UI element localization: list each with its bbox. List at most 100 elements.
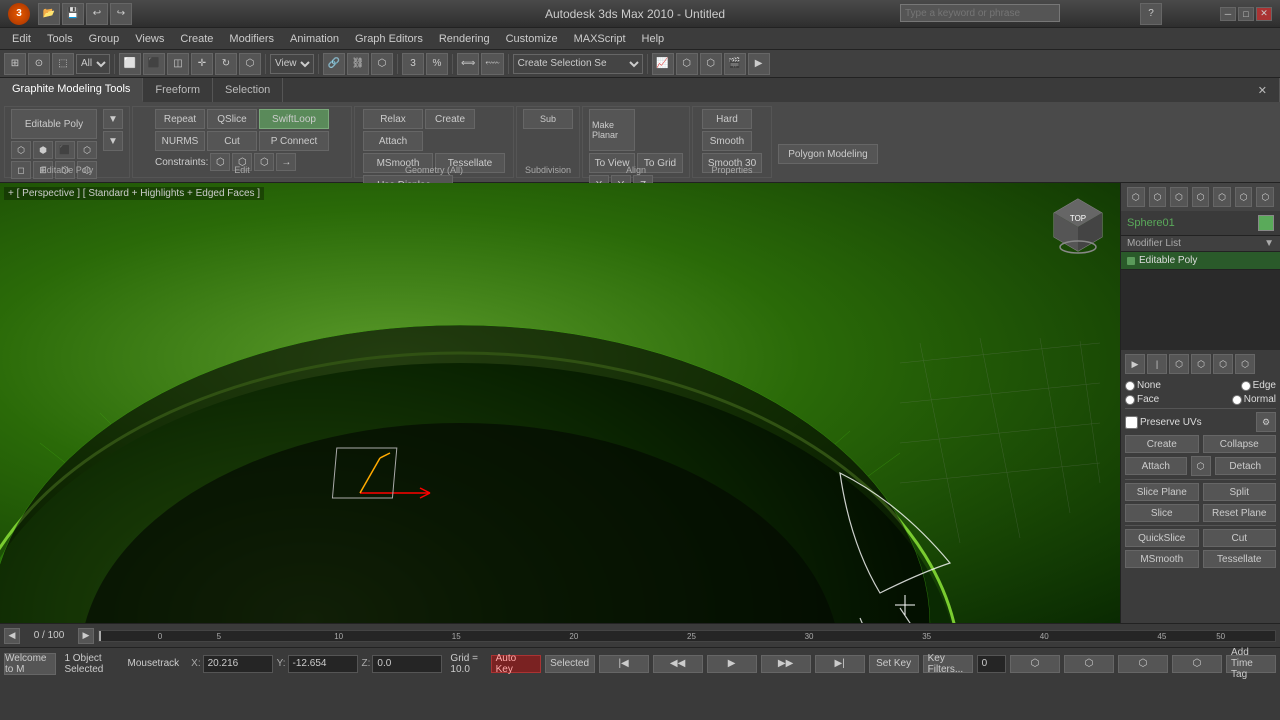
preserve-uvs-settings[interactable]: ⚙ [1256,412,1276,432]
ribbon-btn-ep4[interactable]: ⬡ [77,141,97,159]
timeline-track[interactable]: 0 5 10 15 20 25 30 35 40 45 50 [98,630,1276,642]
minimize-btn[interactable]: ─ [1220,7,1236,21]
rp-radio-edge-input[interactable] [1241,381,1251,391]
rp-preserve-uvs[interactable]: Preserve UVs [1125,416,1202,429]
scale-btn[interactable]: ⬡ [239,53,261,75]
menu-group[interactable]: Group [81,31,128,47]
ribbon-btn-attach[interactable]: Attach [363,131,423,151]
rp-icon-5[interactable]: ⬡ [1213,187,1231,207]
move-btn[interactable]: ✛ [191,53,213,75]
ribbon-btn-make-planar[interactable]: Make Planar [589,109,635,151]
ribbon-btn-ep-sub[interactable]: ▼ [103,131,123,151]
ribbon-btn-create-geo[interactable]: Create [425,109,475,129]
rp-icon-3[interactable]: ⬡ [1170,187,1188,207]
ribbon-btn-hard[interactable]: Hard [702,109,752,129]
ribbon-btn-smooth[interactable]: Smooth [702,131,752,151]
play-btn[interactable]: ▶ [707,655,757,673]
ribbon-btn-p-connect[interactable]: P Connect [259,131,329,151]
vp-btn-2[interactable]: ⬡ [1064,655,1114,673]
menu-rendering[interactable]: Rendering [431,31,498,47]
open-file-btn[interactable]: 📂 [38,3,60,25]
rp-attach-settings[interactable]: ⬡ [1191,456,1211,476]
menu-modifiers[interactable]: Modifiers [221,31,282,47]
material-editor-btn[interactable]: ⬡ [700,53,722,75]
rp-slice-plane-btn[interactable]: Slice Plane [1125,483,1199,501]
rp-radio-normal-input[interactable] [1232,395,1242,405]
angle-snap-btn[interactable]: 3 [402,53,424,75]
ribbon-btn-ep1[interactable]: ⬡ [11,141,31,159]
save-btn[interactable]: 💾 [62,3,84,25]
auto-key-btn[interactable]: Auto Key [491,655,541,673]
render-scene-btn[interactable]: 🎬 [724,53,746,75]
rp-radio-edge[interactable]: Edge [1241,380,1276,391]
view-select[interactable]: View [270,54,314,74]
rp-mode-1[interactable]: ▶ [1125,354,1145,374]
prev-key-btn[interactable]: ◀◀ [653,655,703,673]
paint-btn[interactable]: ⬚ [52,53,74,75]
rp-radio-none[interactable]: None [1125,380,1161,391]
frame-number-field[interactable]: 0 [977,655,1006,673]
ribbon-btn-c1[interactable]: ⬡ [210,153,230,171]
rp-detach-btn[interactable]: Detach [1215,457,1277,475]
ribbon-btn-cut[interactable]: Cut [207,131,257,151]
z-coord-field[interactable]: 0.0 [372,655,442,673]
select-region-btn[interactable]: ⬛ [143,53,165,75]
ribbon-btn-relax[interactable]: Relax [363,109,423,129]
rp-icon-4[interactable]: ⬡ [1192,187,1210,207]
x-coord-field[interactable]: 20.216 [203,655,273,673]
rp-collapse-btn[interactable]: Collapse [1203,435,1277,453]
selection-mode-btn[interactable]: ⊞ [4,53,26,75]
rp-slice-btn[interactable]: Slice [1125,504,1199,522]
rp-radio-normal[interactable]: Normal [1232,394,1276,405]
ribbon-btn-c4[interactable]: → [276,153,296,171]
rp-icon-6[interactable]: ⬡ [1235,187,1253,207]
viewport[interactable]: + [ Perspective ] [ Standard + Highlight… [0,183,1120,623]
rp-split-btn[interactable]: Split [1203,483,1277,501]
link-btn[interactable]: 🔗 [323,53,345,75]
ribbon-btn-c3[interactable]: ⬡ [254,153,274,171]
close-btn[interactable]: ✕ [1256,7,1272,21]
next-frame-btn[interactable]: ▶| [815,655,865,673]
modifier-entry-editable-poly[interactable]: Editable Poly [1121,252,1280,270]
object-color-swatch[interactable] [1258,215,1274,231]
redo-btn[interactable]: ↪ [110,3,132,25]
tl-next-btn[interactable]: ▶ [78,628,94,644]
curve-editor-btn[interactable]: 📈 [652,53,674,75]
menu-graph-editors[interactable]: Graph Editors [347,31,431,47]
rp-mode-6[interactable]: ⬡ [1235,354,1255,374]
align-btn[interactable]: ⬳ [481,53,503,75]
add-time-tag-btn[interactable]: Add Time Tag [1226,655,1276,673]
undo-btn[interactable]: ↩ [86,3,108,25]
rp-tessellate-btn[interactable]: Tessellate [1203,550,1277,568]
tab-freeform[interactable]: Freeform [143,78,213,102]
quick-render-btn[interactable]: ▶ [748,53,770,75]
menu-help[interactable]: Help [634,31,673,47]
rp-reset-plane-btn[interactable]: Reset Plane [1203,504,1277,522]
set-key-btn[interactable]: Set Key [869,655,919,673]
vp-btn-4[interactable]: ⬡ [1172,655,1222,673]
ribbon-btn-qslice[interactable]: QSlice [207,109,257,129]
select-btn[interactable]: ⬜ [119,53,141,75]
rp-mode-3[interactable]: ⬡ [1169,354,1189,374]
polygon-modeling-btn[interactable]: Polygon Modeling [778,144,878,164]
y-coord-field[interactable]: -12.654 [288,655,358,673]
ribbon-btn-ep3[interactable]: ⬛ [55,141,75,159]
prev-frame-btn[interactable]: |◀ [599,655,649,673]
rp-create-btn[interactable]: Create [1125,435,1199,453]
ribbon-btn-nurms[interactable]: NURMS [155,131,205,151]
menu-animation[interactable]: Animation [282,31,347,47]
search-input[interactable] [900,4,1060,22]
help-btn[interactable]: ? [1140,3,1162,25]
percent-snap-btn[interactable]: % [426,53,448,75]
next-key-btn[interactable]: ▶▶ [761,655,811,673]
tab-graphite-modeling-tools[interactable]: Graphite Modeling Tools [0,78,143,102]
tab-close[interactable]: ✕ [1246,78,1280,102]
menu-customize[interactable]: Customize [498,31,566,47]
preserve-uvs-checkbox[interactable] [1125,416,1138,429]
rp-icon-2[interactable]: ⬡ [1149,187,1167,207]
ribbon-btn-swiftloop[interactable]: SwiftLoop [259,109,329,129]
rp-attach-btn[interactable]: Attach [1125,457,1187,475]
tab-selection[interactable]: Selection [213,78,283,102]
menu-create[interactable]: Create [172,31,221,47]
ribbon-btn-ep5[interactable]: ◻ [11,161,31,179]
